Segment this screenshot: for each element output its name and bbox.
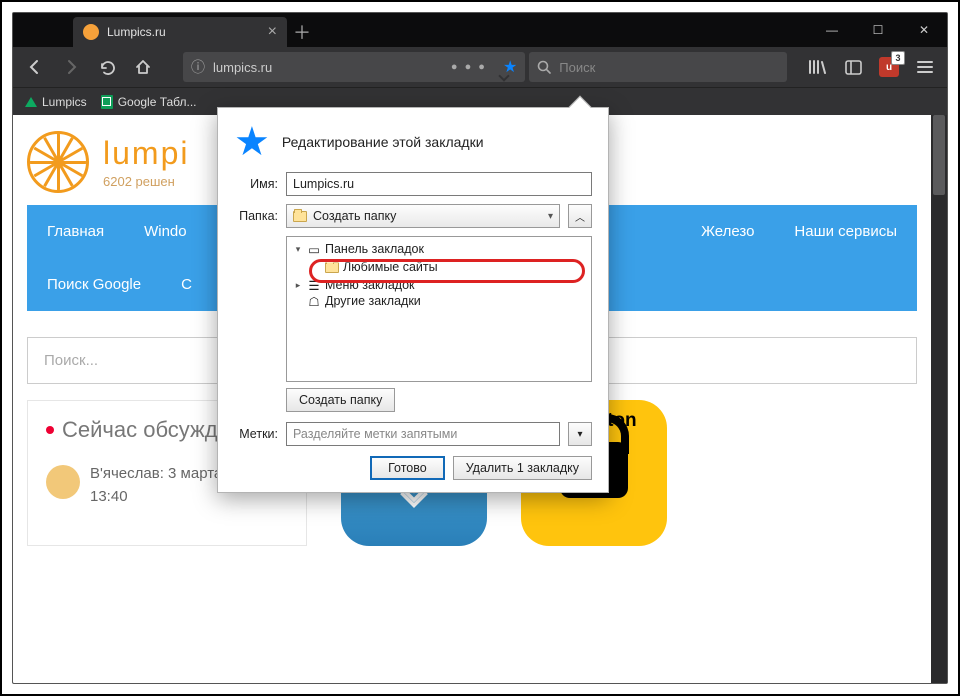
site-logo	[27, 131, 89, 193]
search-icon	[537, 60, 551, 74]
avatar	[46, 465, 80, 499]
nav-item[interactable]: Железо	[681, 205, 774, 258]
bookmark-star-large-icon: ★	[234, 122, 270, 162]
edit-bookmark-popup: ★ Редактирование этой закладки Имя: Lump…	[217, 107, 609, 493]
tree-item-favorite-sites[interactable]: Любимые сайты	[289, 257, 589, 277]
folder-tree[interactable]: ▾ ▭ Панель закладок Любимые сайты ▸ ☰ Ме…	[286, 236, 592, 382]
tab-favicon	[83, 24, 99, 40]
extension-badge[interactable]: u3	[873, 51, 905, 83]
window-maximize-button[interactable]: ☐	[855, 13, 901, 47]
chevron-down-icon: ▾	[548, 211, 553, 222]
url-bar[interactable]: ⓘ lumpics.ru ● ● ● ★	[183, 52, 525, 82]
search-bar[interactable]: Поиск	[529, 52, 787, 82]
vertical-scrollbar[interactable]	[931, 115, 947, 683]
bookmark-tags-input[interactable]: Разделяйте метки запятыми	[286, 422, 560, 446]
site-tagline: 6202 решен	[103, 174, 189, 189]
bookmarks-menu-icon: ☰	[307, 279, 321, 291]
folder-icon	[325, 262, 339, 273]
site-title: lumpi	[103, 135, 189, 172]
window-minimize-button[interactable]: —	[809, 13, 855, 47]
titlebar: Lumpics.ru × ＋ — ☐ ✕	[13, 13, 947, 47]
nav-item[interactable]: Windo	[124, 205, 207, 258]
search-placeholder: Поиск	[559, 60, 595, 75]
new-tab-button[interactable]: ＋	[287, 17, 317, 47]
tab-title: Lumpics.ru	[107, 25, 166, 39]
page-actions-icon[interactable]: ● ● ●	[451, 61, 487, 73]
tree-item-toolbar[interactable]: ▾ ▭ Панель закладок	[289, 241, 589, 257]
tab-close-icon[interactable]: ×	[268, 23, 277, 41]
delete-bookmark-button[interactable]: Удалить 1 закладку	[453, 456, 592, 480]
done-button[interactable]: Готово	[370, 456, 445, 480]
live-dot-icon	[46, 426, 54, 434]
bookmark-folder-select[interactable]: Создать папку ▾	[286, 204, 560, 228]
reload-button[interactable]	[91, 51, 123, 83]
bookmark-bar-item[interactable]: Lumpics	[21, 93, 91, 111]
nav-item[interactable]: Наши сервисы	[774, 205, 917, 258]
popup-title: Редактирование этой закладки	[282, 134, 484, 150]
library-icon[interactable]	[801, 51, 833, 83]
browser-tab[interactable]: Lumpics.ru ×	[73, 17, 287, 47]
tree-item-menu[interactable]: ▸ ☰ Меню закладок	[289, 277, 589, 293]
forward-button	[55, 51, 87, 83]
window-close-button[interactable]: ✕	[901, 13, 947, 47]
nav-toolbar: ⓘ lumpics.ru ● ● ● ★ Поиск u3	[13, 47, 947, 87]
url-text: lumpics.ru	[213, 60, 272, 75]
new-folder-button[interactable]: Создать папку	[286, 388, 395, 412]
sidebar-icon[interactable]	[837, 51, 869, 83]
tree-item-other[interactable]: ☖ Другие закладки	[289, 293, 589, 309]
sheets-icon	[101, 95, 113, 109]
drive-icon	[25, 97, 37, 107]
name-label: Имя:	[234, 177, 278, 191]
tags-label: Метки:	[234, 427, 278, 441]
bookmark-bar-item[interactable]: Google Табл...	[97, 93, 201, 111]
folder-icon	[293, 211, 307, 222]
folder-tree-toggle[interactable]: ︿	[568, 204, 592, 228]
nav-item[interactable]: С	[161, 258, 212, 311]
back-button[interactable]	[19, 51, 51, 83]
bookmarks-toolbar-icon: ▭	[307, 243, 321, 255]
menu-icon[interactable]	[909, 51, 941, 83]
tags-dropdown-toggle[interactable]: ▾	[568, 422, 592, 446]
nav-item[interactable]: Главная	[27, 205, 124, 258]
other-bookmarks-icon: ☖	[307, 295, 321, 307]
site-info-icon[interactable]: ⓘ	[191, 57, 205, 77]
bookmark-name-input[interactable]: Lumpics.ru	[286, 172, 592, 196]
window-controls: — ☐ ✕	[809, 13, 947, 47]
home-button[interactable]	[127, 51, 159, 83]
nav-item[interactable]: Поиск Google	[27, 258, 161, 311]
folder-label: Папка:	[234, 209, 278, 223]
